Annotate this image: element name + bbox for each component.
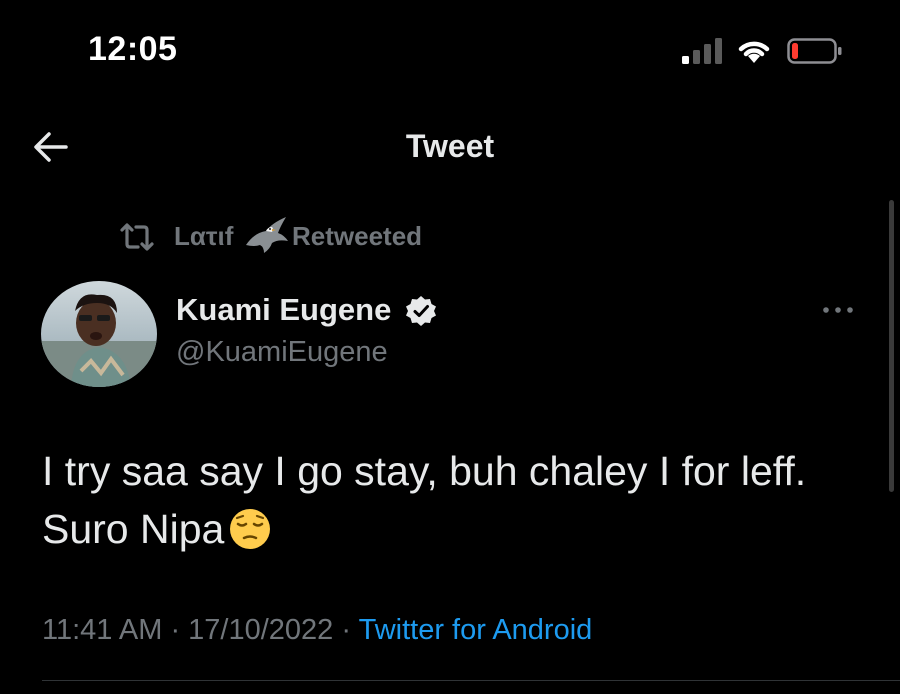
more-horizontal-icon[interactable] xyxy=(816,300,860,320)
wifi-icon xyxy=(738,41,770,63)
author-handle[interactable]: @KuamiEugene xyxy=(176,336,388,369)
avatar[interactable] xyxy=(41,281,157,387)
status-time: 12:05 xyxy=(88,30,178,68)
battery-icon xyxy=(787,38,842,64)
retweet-icon xyxy=(120,223,154,251)
scrollbar[interactable] xyxy=(889,200,894,492)
pensive-face-icon xyxy=(230,509,271,549)
meta-separator: · xyxy=(162,614,189,646)
tweet-text-body: I try saa say I go stay, buh chaley I fo… xyxy=(42,448,818,552)
retweeted-label: Retweeted xyxy=(292,221,423,251)
divider xyxy=(42,680,900,681)
tweet-metadata: 11:41 AM · 17/10/2022 · Twitter for Andr… xyxy=(42,614,592,647)
tweet-date: 17/10/2022 xyxy=(188,614,334,646)
meta-separator: · xyxy=(333,614,359,646)
verified-badge-icon xyxy=(406,296,436,326)
page-title: Tweet xyxy=(405,128,495,164)
tweet-source-link[interactable]: Twitter for Android xyxy=(359,614,593,646)
tweet-text: I try saa say I go stay, buh chaley I fo… xyxy=(42,442,862,558)
retweeter-name[interactable]: Lατιf xyxy=(174,221,233,252)
author-display-name[interactable]: Kuami Eugene xyxy=(176,292,391,328)
tweet-time: 11:41 AM xyxy=(42,614,163,646)
eagle-icon xyxy=(246,217,288,253)
cellular-signal-icon xyxy=(682,38,722,64)
